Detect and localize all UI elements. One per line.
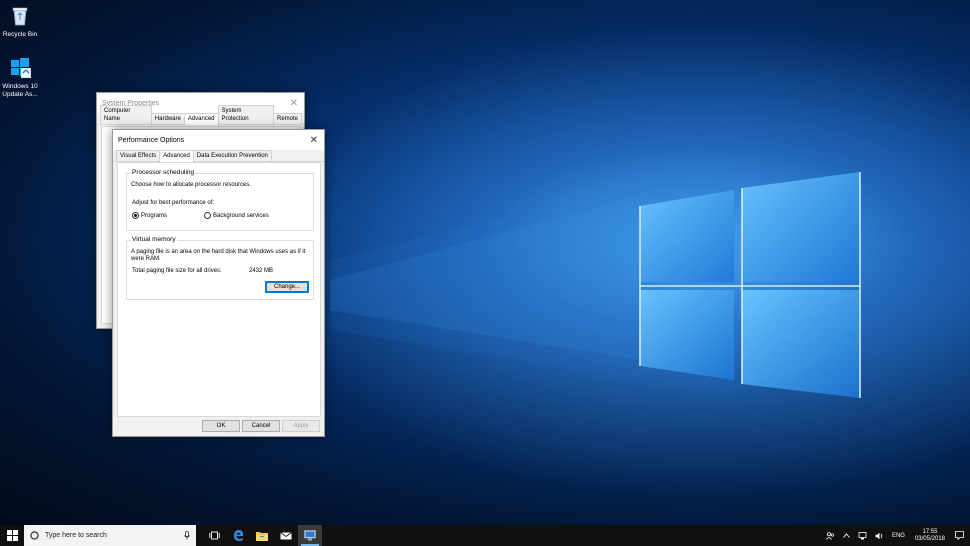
system-tray: ENG 17:55 03/05/2018 [822, 525, 970, 546]
windows-start-icon [6, 530, 18, 541]
performance-options-titlebar[interactable]: Performance Options ✕ [113, 130, 324, 150]
cortana-circle-icon [30, 531, 39, 540]
processor-scheduling-description: Choose how to allocate processor resourc… [131, 182, 252, 188]
task-view-button[interactable] [202, 525, 226, 546]
adjust-label: Adjust for best performance of: [132, 200, 215, 206]
tab-advanced[interactable]: Advanced [183, 113, 219, 125]
clock-date: 03/05/2018 [914, 535, 945, 542]
total-paging-label: Total paging file size for all drives: [132, 268, 222, 274]
cancel-button[interactable]: Cancel [242, 420, 280, 432]
system-properties-icon [304, 530, 316, 541]
tab-computer-name[interactable]: Computer Name [100, 105, 152, 124]
radio-background-services[interactable]: Background services [204, 212, 269, 219]
people-icon[interactable] [826, 531, 835, 540]
network-ethernet-icon[interactable] [858, 531, 867, 540]
virtual-memory-group: Virtual memory A paging file is an area … [126, 236, 314, 300]
mail-icon [280, 531, 292, 539]
taskbar-edge-button[interactable] [226, 525, 250, 546]
radio-label: Background services [213, 212, 269, 219]
start-button[interactable] [0, 525, 24, 546]
chevron-up-icon[interactable] [843, 533, 850, 538]
windows-update-assistant-icon [0, 56, 40, 81]
taskbar-mail-button[interactable] [274, 525, 298, 546]
recycle-bin-icon [0, 6, 40, 29]
keyboard-language-indicator[interactable]: ENG [892, 533, 905, 539]
radio-unselected-icon [204, 212, 211, 219]
change-button[interactable]: Change... [265, 281, 309, 293]
virtual-memory-description-line2: were RAM. [131, 256, 161, 262]
tab-hardware[interactable]: Hardware [150, 113, 185, 124]
file-explorer-icon [256, 531, 268, 541]
microphone-icon[interactable] [184, 531, 190, 540]
taskbar-file-explorer-button[interactable] [250, 525, 274, 546]
clock-time: 17:55 [922, 528, 938, 535]
dialog-title: Performance Options [118, 136, 185, 144]
taskbar-search-box[interactable]: Type here to search [24, 525, 196, 546]
tab-data-execution-prevention[interactable]: Data Execution Prevention [192, 150, 272, 161]
taskbar: Type here to search ENG 17:55 03/05/2018 [0, 525, 970, 546]
task-view-icon [208, 531, 220, 540]
taskbar-system-properties-button[interactable] [298, 525, 322, 546]
radio-programs[interactable]: Programs [132, 212, 167, 219]
desktop-icon-label: Recycle Bin [2, 31, 38, 38]
tab-visual-effects[interactable]: Visual Effects [116, 150, 161, 161]
processor-scheduling-group: Processor scheduling Choose how to alloc… [126, 169, 314, 231]
desktop-icon-windows-update-assistant[interactable]: Windows 10 Update As... [0, 56, 40, 99]
tab-remote[interactable]: Remote [272, 113, 302, 124]
group-legend: Processor scheduling [131, 169, 196, 176]
advanced-tab-panel: Processor scheduling Choose how to alloc… [117, 162, 321, 417]
desktop-icon-recycle-bin[interactable]: Recycle Bin [0, 6, 40, 39]
radio-selected-icon [132, 212, 139, 219]
edge-browser-icon [233, 530, 243, 541]
apply-button[interactable]: Apply [282, 420, 320, 432]
radio-label: Programs [141, 212, 168, 219]
tab-system-protection[interactable]: System Protection [217, 105, 274, 124]
close-icon[interactable]: ✕ [310, 135, 318, 146]
tab-advanced[interactable]: Advanced [159, 150, 194, 162]
ok-button[interactable]: OK [202, 420, 240, 432]
search-placeholder: Type here to search [45, 532, 107, 539]
close-icon[interactable]: ✕ [290, 98, 298, 109]
action-center-icon[interactable] [955, 531, 964, 540]
volume-icon[interactable] [875, 532, 884, 540]
desktop-icon-label: Windows 10 Update As... [2, 83, 38, 98]
group-legend: Virtual memory [131, 236, 177, 243]
performance-options-dialog[interactable]: Performance Options ✕ Visual Effects Adv… [112, 129, 325, 437]
total-paging-value: 2432 MB [249, 268, 274, 274]
taskbar-clock[interactable]: 17:55 03/05/2018 [915, 529, 945, 543]
virtual-memory-description-line1: A paging file is an area on the hard dis… [131, 249, 306, 255]
